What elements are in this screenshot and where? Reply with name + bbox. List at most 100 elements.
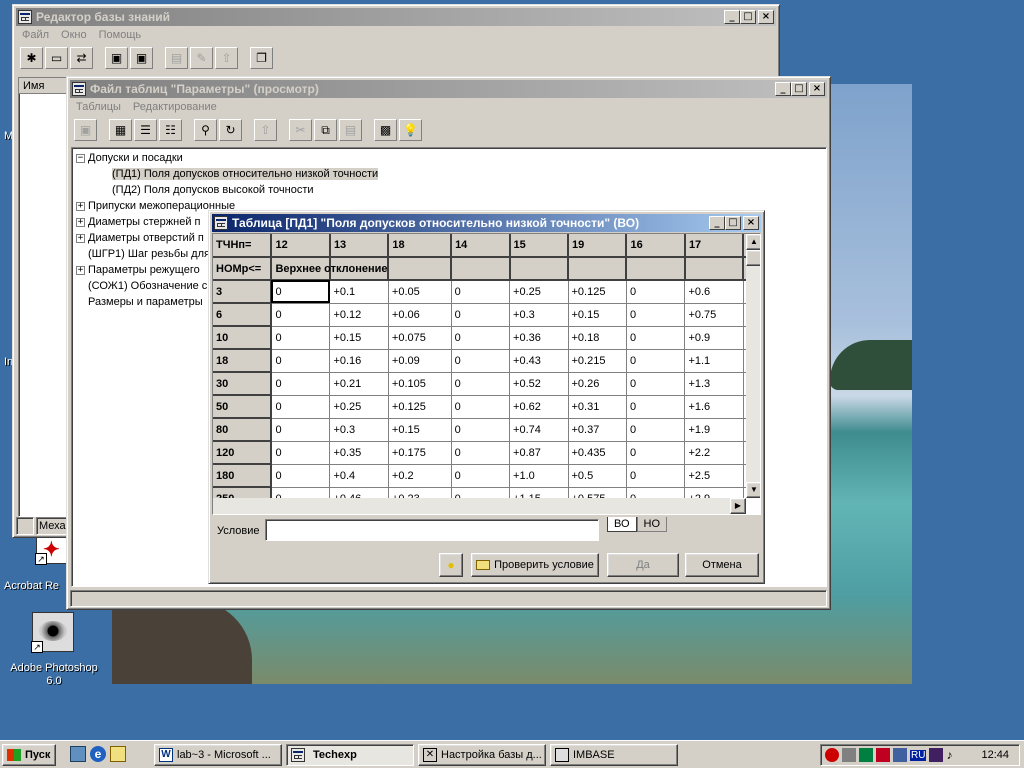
table-cell[interactable]: 0 [451, 441, 511, 465]
menu-window[interactable]: Окно [61, 29, 87, 41]
table-cell[interactable]: 18 [388, 234, 453, 258]
save-icon[interactable]: ▣ [74, 119, 97, 141]
export-icon[interactable]: ⇧ [215, 47, 238, 69]
tree-item[interactable]: − Допуски и посадки [76, 150, 183, 166]
refresh-icon[interactable]: ↻ [219, 119, 242, 141]
row-header-cell[interactable]: 10 [213, 326, 273, 350]
table-cell[interactable]: 0 [626, 487, 686, 498]
taskbar-item-techexp[interactable]: Techexp [286, 744, 414, 766]
close-button[interactable]: × [743, 216, 759, 230]
expand-icon[interactable]: + [76, 233, 85, 243]
table-cell[interactable]: +0.74 [509, 418, 569, 442]
condition-input[interactable] [265, 519, 599, 541]
maximize-button[interactable]: □ [725, 216, 741, 230]
table-cell[interactable]: 15 [509, 234, 570, 258]
table-cell[interactable]: +0.6 [684, 280, 744, 304]
tree-item[interactable]: + Диаметры отверстий п [76, 230, 204, 246]
table-cell[interactable]: +0.3 [509, 303, 569, 327]
table-cell[interactable]: 0 [271, 418, 331, 442]
table-cell[interactable]: +0.125 [388, 395, 452, 419]
table-cell[interactable]: 0 [451, 303, 511, 327]
table-cell[interactable]: +0.31 [568, 395, 627, 419]
table-cell[interactable]: +1.0 [509, 464, 569, 488]
table-cell[interactable]: +0.46 [329, 487, 389, 498]
cancel-button[interactable]: Отмена [685, 553, 759, 577]
table-cell[interactable] [568, 257, 628, 281]
table-cell[interactable]: 0 [626, 303, 686, 327]
table-cell[interactable]: +0.25 [509, 280, 569, 304]
table-cell[interactable]: 12 [271, 234, 331, 258]
close-button[interactable]: × [809, 82, 825, 96]
row-header-cell[interactable]: 30 [213, 372, 273, 396]
table-cell[interactable]: 0 [451, 372, 511, 396]
copy-icon[interactable]: ⧉ [314, 119, 337, 141]
table-cell[interactable]: 0 [626, 418, 686, 442]
table-cell[interactable]: +0.43 [509, 349, 569, 373]
row-header-cell[interactable]: 120 [213, 441, 273, 465]
table-cell[interactable]: 0 [626, 441, 686, 465]
table-cell[interactable] [509, 257, 570, 281]
table-cell[interactable]: +0.1 [329, 280, 389, 304]
list-header[interactable]: Имя [19, 78, 73, 94]
table-cell[interactable]: +0.15 [388, 418, 452, 442]
scroll-up-arrow-icon[interactable]: ▲ [746, 234, 760, 250]
tree-item[interactable]: (ШГР1) Шаг резьбы для [88, 246, 210, 262]
table-cell[interactable]: +0.25 [329, 395, 389, 419]
table-cell[interactable] [626, 257, 686, 281]
taskbar-item-imbase[interactable]: IMBASE [550, 744, 678, 766]
row-header-cell[interactable]: 6 [213, 303, 273, 327]
table-cell[interactable]: +0.18 [568, 326, 627, 350]
vertical-scrollbar[interactable]: ▲ ▼ [746, 234, 760, 498]
minimize-button[interactable]: _ [775, 82, 791, 96]
screen-icon[interactable]: ▩ [374, 119, 397, 141]
table-cell[interactable] [684, 257, 745, 281]
table-cell[interactable]: +0.62 [509, 395, 569, 419]
table-cell[interactable]: 0 [271, 464, 331, 488]
table-cell[interactable]: +0.215 [568, 349, 627, 373]
tree-item[interactable]: + Параметры режущего [76, 262, 200, 278]
table-cell[interactable]: 0 [271, 280, 331, 304]
scroll-down-arrow-icon[interactable]: ▼ [746, 482, 760, 498]
taskbar-item-settings[interactable]: ✕ Настройка базы д... [418, 744, 546, 766]
table-cell[interactable]: +2.5 [684, 464, 744, 488]
table-cell[interactable]: 0 [451, 349, 511, 373]
cascade-windows-icon[interactable]: ❐ [250, 47, 273, 69]
table-cell[interactable]: +0.06 [388, 303, 452, 327]
table-cell[interactable]: 19 [568, 234, 628, 258]
display-icon[interactable] [893, 748, 907, 762]
volume-icon[interactable]: ♪ [946, 748, 960, 762]
tab-no[interactable]: НО [636, 517, 668, 532]
table-cell[interactable]: +0.09 [388, 349, 452, 373]
new-icon[interactable]: ✱ [20, 47, 43, 69]
start-button[interactable]: Пуск [2, 744, 56, 766]
table-cell[interactable]: +0.21 [329, 372, 389, 396]
table-cell[interactable]: +0.3 [329, 418, 389, 442]
menu-edit[interactable]: Редактирование [133, 101, 217, 113]
table-cell[interactable]: 0 [271, 441, 331, 465]
table-cell[interactable]: +1.9 [684, 418, 744, 442]
table-cell[interactable]: 13 [329, 234, 390, 258]
check-condition-button[interactable]: Проверить условие [471, 553, 599, 577]
table-cell[interactable]: +0.15 [329, 326, 389, 350]
table-cell[interactable]: +0.12 [329, 303, 389, 327]
table-cell[interactable]: +1.6 [684, 395, 744, 419]
row-header-cell[interactable]: НОМр<= [213, 257, 273, 281]
tree-item[interactable]: (ПД2) Поля допусков высокой точности [112, 182, 314, 198]
menu-help[interactable]: Помощь [99, 29, 142, 41]
table-cell[interactable]: 0 [451, 464, 511, 488]
menu-file[interactable]: Файл [22, 29, 49, 41]
row-header-cell[interactable]: 80 [213, 418, 273, 442]
table-dialog-titlebar[interactable]: Таблица [ПД1] "Поля допусков относительн… [212, 214, 761, 232]
language-indicator[interactable]: RU [910, 749, 927, 761]
tree-icon[interactable]: ☰ [134, 119, 157, 141]
binoculars-icon[interactable]: ⚲ [194, 119, 217, 141]
table-cell[interactable]: +1.15 [509, 487, 569, 498]
expand-icon[interactable]: + [76, 265, 85, 275]
horizontal-scrollbar[interactable]: ▶ [213, 498, 746, 514]
table-cell[interactable] [451, 257, 511, 281]
tree-item[interactable]: Размеры и параметры [88, 294, 203, 310]
acrobat-tray-icon[interactable] [876, 748, 890, 762]
maximize-button[interactable]: □ [791, 82, 807, 96]
security-icon[interactable] [929, 748, 944, 762]
menu-tables[interactable]: Таблицы [76, 101, 121, 113]
